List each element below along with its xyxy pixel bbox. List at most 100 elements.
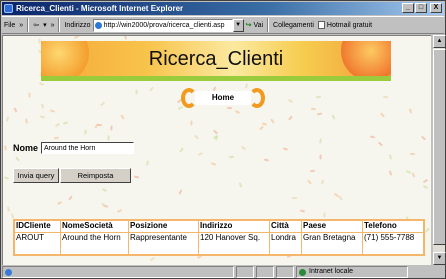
- background-speck: [146, 160, 149, 166]
- address-value: http://win2000/prova/ricerca_clienti.asp: [103, 21, 225, 29]
- background-speck: [7, 206, 10, 212]
- hotmail-label: Hotmail gratuit: [326, 21, 373, 29]
- background-speck: [270, 118, 275, 124]
- intranet-icon: [299, 269, 306, 276]
- background-speck: [38, 82, 45, 86]
- background-speck: [323, 212, 326, 218]
- background-speck: [49, 109, 56, 113]
- scroll-down-arrow-icon[interactable]: ▼: [433, 252, 446, 265]
- hotmail-link[interactable]: Hotmail gratuit: [316, 18, 374, 32]
- title-bar[interactable]: Ricerca_Clienti - Microsoft Internet Exp…: [2, 2, 444, 15]
- background-speck: [212, 129, 219, 135]
- toolbar-separator: [27, 18, 30, 32]
- link-page-icon: [317, 21, 325, 29]
- header-banner: Ricerca_Clienti: [41, 41, 391, 81]
- background-speck: [39, 115, 46, 119]
- buttons-chevron[interactable]: »: [49, 22, 57, 29]
- right-arc-icon: [249, 88, 265, 108]
- go-arrow-icon: ↪: [245, 22, 252, 29]
- file-menu[interactable]: File: [2, 18, 17, 32]
- minimize-button[interactable]: _: [402, 3, 414, 13]
- toolbar-separator: [58, 18, 61, 32]
- background-speck: [62, 121, 69, 125]
- background-speck: [53, 136, 60, 140]
- background-speck: [315, 95, 322, 99]
- table-cell: 120 Hanover Sq.: [199, 233, 269, 254]
- maximize-button[interactable]: □: [415, 3, 427, 13]
- status-panel: [236, 266, 254, 278]
- background-speck: [282, 147, 289, 151]
- scroll-up-arrow-icon[interactable]: ▲: [433, 35, 446, 48]
- results-table: IDCliente NomeSocietà Posizione Indirizz…: [13, 219, 425, 256]
- background-speck: [420, 135, 427, 141]
- column-header: Città: [270, 221, 301, 232]
- name-input[interactable]: [41, 142, 135, 154]
- status-panel: [256, 266, 274, 278]
- background-speck: [405, 170, 412, 174]
- background-speck: [107, 135, 110, 141]
- background-speck: [215, 135, 218, 141]
- vertical-scrollbar[interactable]: ▲ ▼: [432, 35, 446, 265]
- reset-button[interactable]: Reimposta: [60, 168, 131, 183]
- background-speck: [411, 172, 416, 178]
- home-link[interactable]: Home: [181, 88, 265, 108]
- name-label: Nome: [13, 143, 39, 153]
- background-speck: [25, 118, 28, 124]
- background-speck: [13, 107, 18, 113]
- address-input[interactable]: http://win2000/prova/ricerca_clienti.asp: [92, 18, 233, 32]
- background-speck: [179, 147, 184, 153]
- background-speck: [96, 123, 103, 127]
- background-speck: [388, 154, 393, 160]
- column-header: NomeSocietà: [61, 221, 128, 232]
- background-speck: [380, 112, 385, 118]
- back-button[interactable]: ⇦: [31, 18, 41, 32]
- background-speck: [10, 213, 15, 219]
- background-speck: [3, 176, 10, 180]
- page-icon: [94, 21, 102, 29]
- close-button[interactable]: X: [430, 3, 442, 13]
- background-speck: [194, 134, 199, 140]
- background-speck: [309, 169, 316, 173]
- go-button[interactable]: ↪ Vai: [244, 18, 265, 32]
- background-speck: [263, 158, 270, 162]
- background-speck: [120, 114, 125, 120]
- page-done-icon: [5, 269, 12, 276]
- table-header-row: IDCliente NomeSocietà Posizione Indirizz…: [15, 221, 423, 232]
- background-speck: [228, 155, 235, 159]
- background-speck: [333, 192, 340, 198]
- toolbar: File » ⇦ ▾ » Indirizzo http://win2000/pr…: [2, 16, 444, 34]
- background-speck: [40, 103, 45, 109]
- background-speck: [210, 162, 217, 166]
- toolbar-separator: [267, 18, 270, 32]
- background-speck: [291, 196, 298, 200]
- column-header: Posizione: [129, 221, 198, 232]
- background-speck: [5, 116, 10, 122]
- table-cell: AROUT: [15, 233, 60, 254]
- table-cell: Gran Bretagna: [302, 233, 362, 254]
- submit-query-button[interactable]: Invia query: [13, 168, 59, 183]
- background-speck: [124, 36, 127, 40]
- column-header: Telefono: [363, 221, 423, 232]
- links-label[interactable]: Collegamenti: [271, 18, 316, 32]
- address-label: Indirizzo: [64, 21, 91, 29]
- background-speck: [382, 95, 389, 99]
- background-speck: [425, 227, 430, 233]
- address-dropdown-button[interactable]: ▼: [232, 18, 244, 32]
- background-speck: [307, 179, 312, 185]
- browser-window: Ricerca_Clienti - Microsoft Internet Exp…: [0, 0, 446, 279]
- status-main: [2, 266, 234, 278]
- background-speck: [388, 170, 393, 176]
- background-speck: [310, 107, 317, 111]
- scroll-thumb[interactable]: [433, 49, 446, 245]
- background-speck: [99, 101, 106, 107]
- table-cell: Londra: [270, 233, 301, 254]
- background-speck: [299, 209, 306, 213]
- background-speck: [259, 125, 264, 131]
- background-speck: [377, 141, 384, 147]
- back-dropdown[interactable]: ▾: [41, 18, 49, 32]
- background-speck: [190, 120, 193, 126]
- background-speck: [319, 154, 322, 160]
- background-speck: [101, 187, 108, 193]
- menu-chevron[interactable]: »: [17, 22, 25, 29]
- background-speck: [56, 200, 63, 206]
